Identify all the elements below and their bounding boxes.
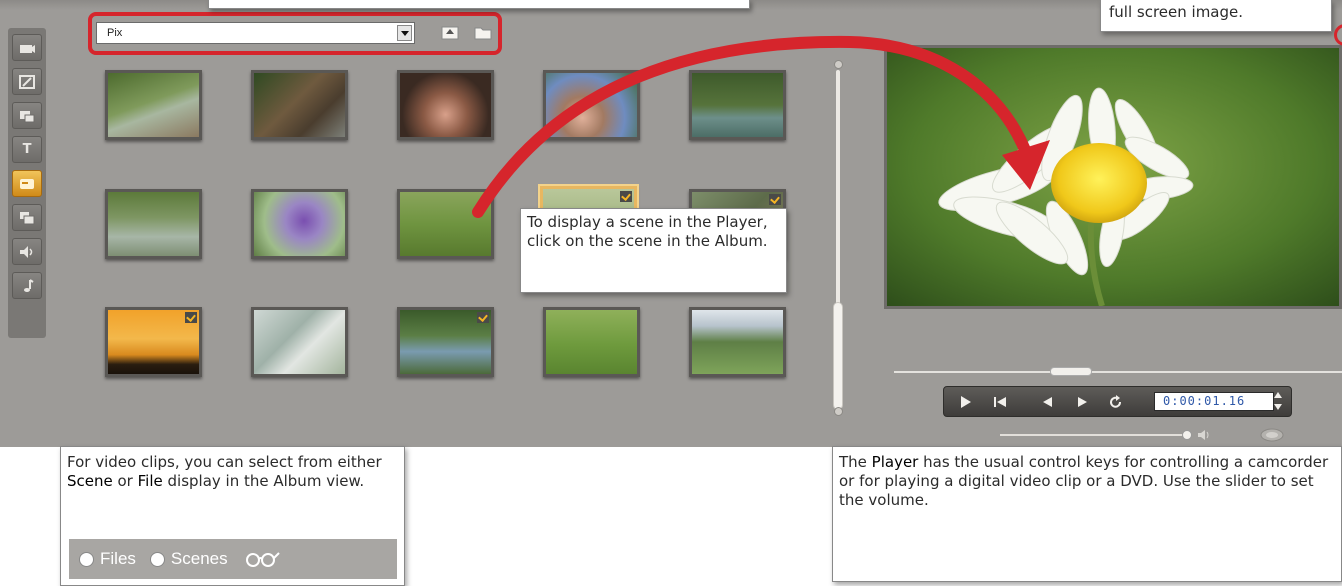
scrollbar-thumb[interactable] [833, 302, 843, 410]
checkmark-icon [477, 312, 489, 323]
titles-icon[interactable]: T [12, 136, 42, 163]
transport-controls: 0:00:01.16 [943, 386, 1292, 417]
play-icon[interactable] [958, 395, 974, 409]
music-icon[interactable] [12, 272, 42, 299]
full-screen-callout: full screen image. [1100, 0, 1332, 32]
go-to-start-icon[interactable] [992, 395, 1008, 409]
chevron-down-icon[interactable] [397, 25, 412, 41]
scene-thumbnail[interactable] [397, 70, 494, 140]
scene-thumbnail[interactable] [105, 70, 202, 140]
scenes-radio-label[interactable]: Scenes [171, 549, 228, 569]
folder-icon[interactable] [474, 24, 492, 40]
step-back-icon[interactable] [1040, 395, 1056, 409]
checkmark-icon [769, 194, 781, 205]
scene-thumbnail[interactable] [689, 307, 786, 377]
album-source-dropdown[interactable]: Pix [96, 22, 415, 44]
scene-thumbnail[interactable] [543, 307, 640, 377]
callout-keyword-scene: Scene [67, 472, 113, 490]
transitions-icon[interactable] [12, 68, 42, 95]
sound-effects-icon[interactable] [12, 238, 42, 265]
video-clapper-icon[interactable] [12, 34, 42, 61]
callout-text: or [112, 472, 138, 490]
player-callout: The Player has the usual control keys fo… [832, 446, 1342, 582]
album-source-value: Pix [107, 27, 123, 39]
effects-icon[interactable] [12, 204, 42, 231]
scene-thumbnail[interactable] [251, 189, 348, 259]
fullscreen-button[interactable] [1260, 428, 1284, 442]
scene-thumbnail[interactable] [251, 70, 348, 140]
scene-thumbnail[interactable] [105, 307, 202, 377]
daisy-preview-image [887, 48, 1339, 306]
up-folder-icon[interactable] [441, 24, 459, 40]
glasses-icon[interactable] [244, 550, 280, 568]
volume-slider[interactable] [1000, 434, 1186, 436]
scene-thumbnail[interactable] [105, 189, 202, 259]
player-preview [884, 45, 1342, 309]
top-callout-edge [208, 0, 750, 9]
scene-thumbnail[interactable] [397, 189, 494, 259]
position-slider-handle[interactable] [1050, 367, 1092, 376]
callout-text: The [839, 453, 872, 471]
album-view-toggle: Files Scenes [69, 539, 397, 579]
callout-keyword-file: File [137, 472, 163, 490]
scene-thumbnail[interactable] [543, 70, 640, 140]
scene-thumbnail[interactable] [251, 307, 348, 377]
files-scenes-callout: For video clips, you can select from eit… [60, 446, 405, 586]
callout-keyword-player: Player [871, 453, 919, 471]
volume-slider-handle[interactable] [1182, 430, 1192, 440]
menus-icon[interactable] [12, 170, 42, 197]
scroll-down-button[interactable] [834, 407, 843, 416]
album-tool-strip: T [8, 28, 46, 338]
callout-text: display in the Album view. [162, 472, 365, 490]
loop-icon[interactable] [1108, 395, 1124, 409]
still-images-icon[interactable] [12, 102, 42, 129]
album-scrollbar[interactable] [831, 60, 845, 420]
checkmark-icon [620, 191, 632, 202]
scene-click-callout: To display a scene in the Player, click … [520, 208, 787, 293]
timecode-field[interactable]: 0:00:01.16 [1154, 392, 1274, 411]
checkmark-icon [185, 312, 197, 323]
scene-thumbnail[interactable] [689, 70, 786, 140]
files-radio[interactable] [79, 551, 94, 567]
scenes-radio[interactable] [149, 551, 165, 567]
callout-text: For video clips, you can select from eit… [67, 453, 382, 471]
player-position-slider[interactable] [894, 367, 1342, 376]
step-forward-icon[interactable] [1074, 395, 1090, 409]
scroll-up-button[interactable] [834, 60, 843, 69]
scene-thumbnail[interactable] [397, 307, 494, 377]
speaker-icon[interactable] [1197, 429, 1211, 441]
timecode-spinner[interactable] [1273, 390, 1283, 412]
files-radio-label[interactable]: Files [100, 549, 136, 569]
